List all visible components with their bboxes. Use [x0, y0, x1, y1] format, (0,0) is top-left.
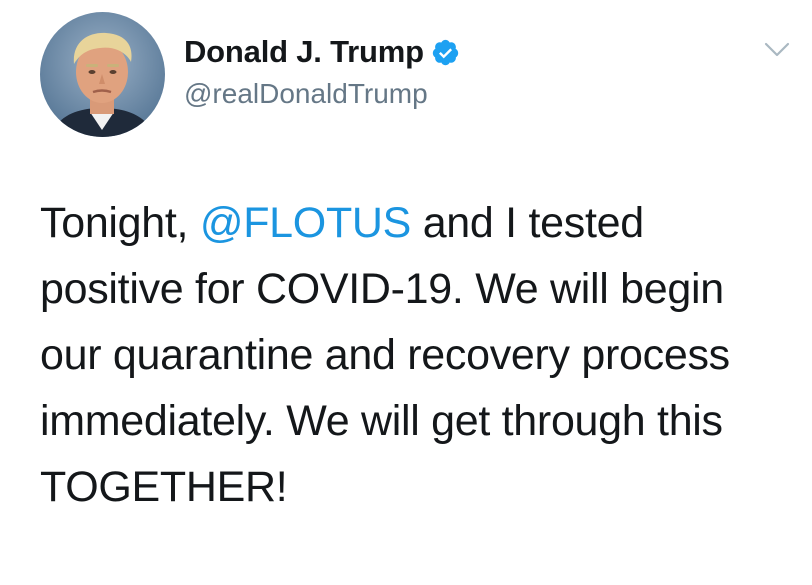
- chevron-down-icon[interactable]: [764, 42, 790, 58]
- name-row: Donald J. Trump: [184, 32, 460, 72]
- user-handle[interactable]: @realDonaldTrump: [184, 78, 460, 110]
- mention-link[interactable]: @FLOTUS: [200, 199, 411, 247]
- display-name[interactable]: Donald J. Trump: [184, 34, 424, 70]
- tweet-card: Donald J. Trump @realDonaldTrump Tonight…: [0, 0, 812, 585]
- tweet-text-start: Tonight,: [40, 199, 200, 247]
- tweet-header: Donald J. Trump @realDonaldTrump: [184, 32, 460, 110]
- verified-badge-icon: [431, 38, 460, 67]
- avatar[interactable]: [40, 12, 165, 137]
- avatar-portrait-icon: [50, 32, 156, 137]
- tweet-text: Tonight, @FLOTUS and I tested positive f…: [40, 190, 780, 520]
